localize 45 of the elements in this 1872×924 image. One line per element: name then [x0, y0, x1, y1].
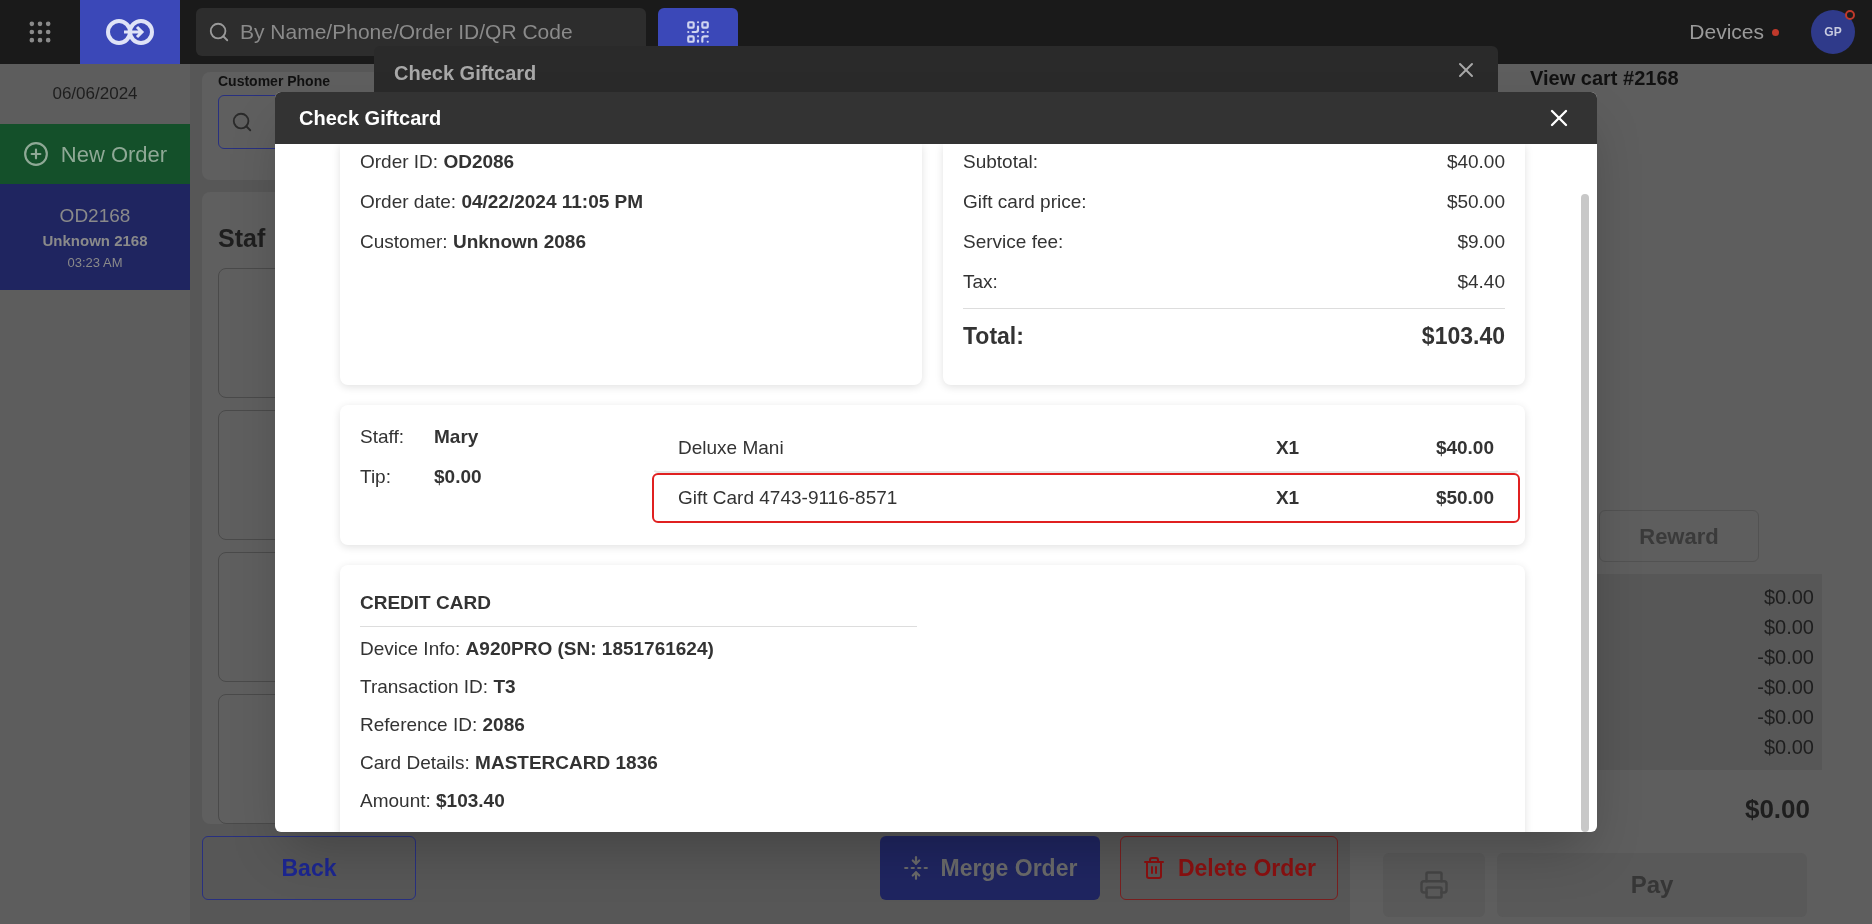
current-date: 06/06/2024 [51, 83, 139, 106]
cart-total: $0.00 [1744, 793, 1810, 826]
total-label: Service fee: [963, 230, 1064, 254]
payment-detail: Reference ID: 2086 [360, 712, 526, 737]
order-info-line: Order date: 04/22/2024 11:05 PM [360, 190, 645, 214]
order-info-line: Order ID: OD2086 [360, 150, 516, 174]
grand-total-label: Total: [963, 322, 1024, 352]
summary-value: -$0.00 [1757, 645, 1814, 670]
cart-title: View cart #2168 [1530, 66, 1679, 90]
summary-value: -$0.00 [1757, 675, 1814, 700]
item-price: $40.00 [1435, 435, 1494, 460]
staff-label: Tip: [360, 465, 392, 489]
payment-method-title: CREDIT CARD [360, 592, 491, 613]
staff-label: Staff: [360, 425, 405, 449]
order-info-line: Customer: Unknown 2086 [360, 230, 587, 254]
total-label: Tax: [963, 270, 998, 294]
summary-value: $0.00 [1763, 735, 1814, 760]
grand-total-value: $103.40 [1421, 322, 1505, 352]
item-quantity: X1 [1275, 435, 1301, 460]
staff-value: Mary [434, 425, 479, 449]
summary-value: $0.00 [1763, 615, 1814, 640]
item-price: $50.00 [1435, 485, 1494, 510]
summary-value: -$0.00 [1757, 705, 1814, 730]
item-name: Gift Card 4743-9116-8571 [678, 485, 899, 510]
total-value: $9.00 [1457, 230, 1505, 254]
dialog-title: Check Giftcard [394, 61, 537, 86]
total-label: Subtotal: [963, 150, 1038, 174]
total-value: $40.00 [1446, 150, 1505, 174]
payment-detail: Device Info: A920PRO (SN: 1851761624) [360, 636, 715, 661]
staff-value: $0.00 [434, 465, 482, 489]
staff-title: Staf [218, 223, 266, 254]
item-name: Deluxe Mani [678, 435, 785, 460]
dialog-title: Check Giftcard [299, 106, 442, 131]
order-customer: Unknown 2168 [42, 231, 148, 252]
customer-phone-label: Customer Phone [218, 73, 330, 89]
item-quantity: X1 [1275, 485, 1301, 510]
order-id: OD2168 [59, 203, 131, 228]
order-time: 03:23 AM [67, 253, 123, 272]
summary-value: $0.00 [1763, 585, 1814, 610]
payment-detail: Card Details: MASTERCARD 1836 [360, 750, 659, 775]
total-label: Gift card price: [963, 190, 1087, 214]
total-value: $4.40 [1457, 270, 1505, 294]
total-value: $50.00 [1446, 190, 1505, 214]
payment-detail: Transaction ID: T3 [360, 674, 517, 699]
payment-detail: Amount: $103.40 [360, 788, 506, 813]
